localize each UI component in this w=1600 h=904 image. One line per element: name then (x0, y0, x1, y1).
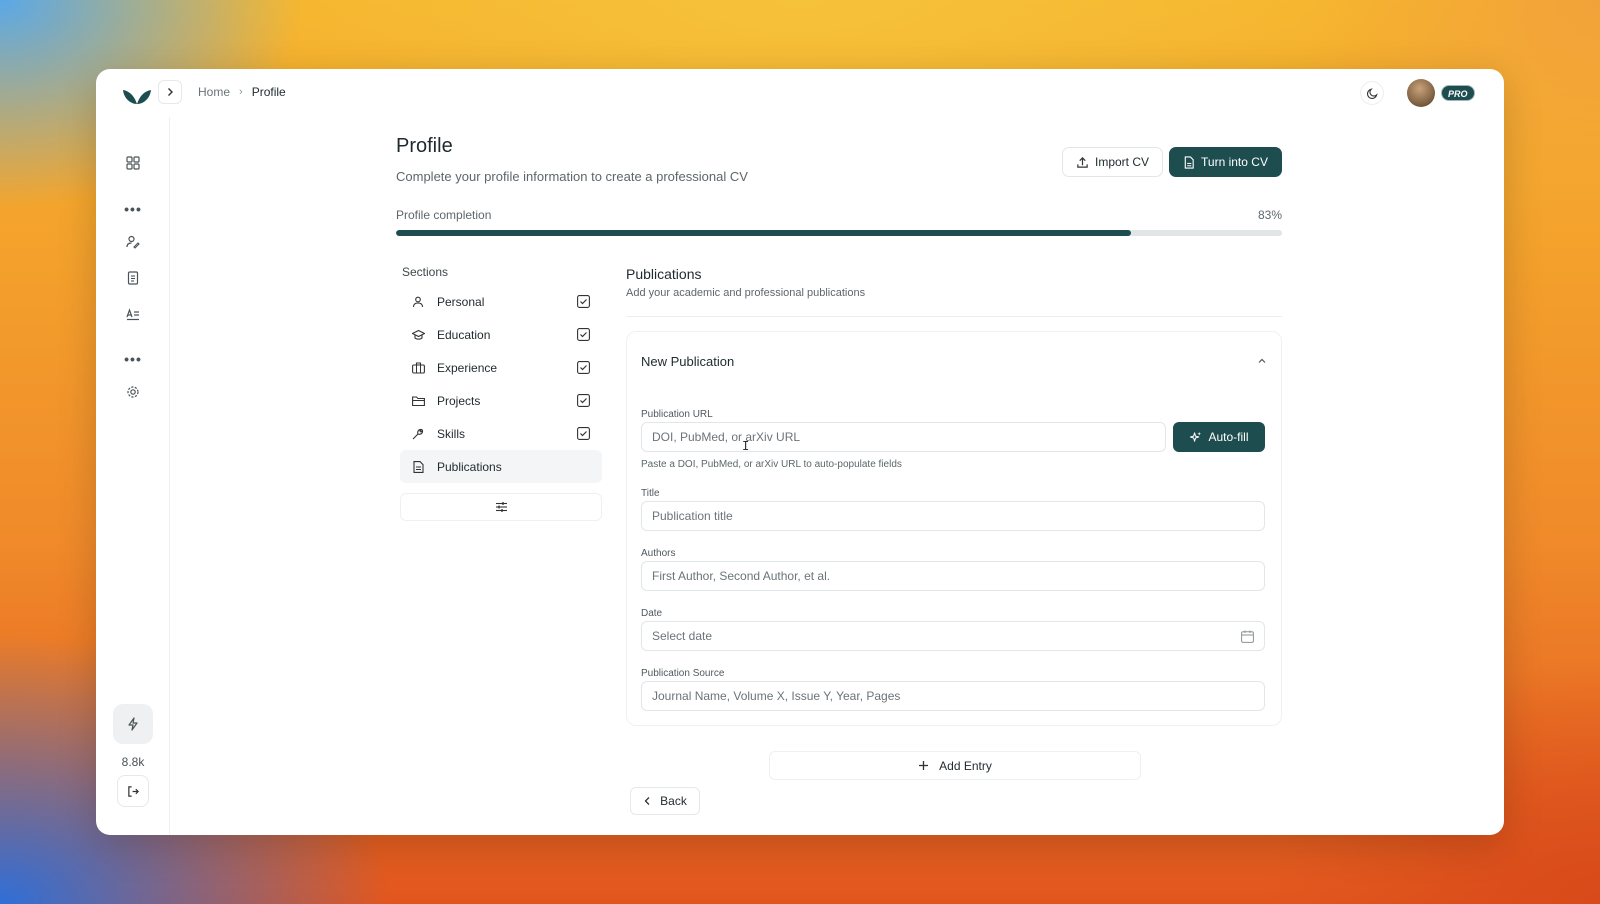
url-label: Publication URL (641, 409, 713, 420)
briefcase-icon (411, 361, 425, 375)
section-item-experience[interactable]: Experience (400, 351, 602, 384)
text-cursor-icon: I (742, 439, 750, 453)
user-avatar[interactable] (1407, 79, 1435, 107)
sections-title: Sections (402, 265, 449, 279)
publication-source-input[interactable]: Journal Name, Volume X, Issue Y, Year, P… (641, 681, 1265, 711)
breadcrumb-current: Profile (251, 85, 286, 99)
publication-url-input[interactable]: DOI, PubMed, or arXiv URL (641, 422, 1166, 452)
page-title: Profile (396, 135, 453, 157)
section-label: Personal (437, 294, 485, 309)
section-label: Education (437, 327, 491, 342)
more-icon[interactable]: ••• (123, 201, 143, 217)
chevron-right-icon (168, 88, 173, 96)
progress-value: 83% (1257, 208, 1282, 222)
date-picker[interactable]: Select date (641, 621, 1265, 651)
page-subtitle: Complete your profile information to cre… (396, 169, 748, 184)
folder-icon (411, 394, 425, 408)
new-publication-card: New Publication Publication URL DOI, Pub… (626, 331, 1282, 726)
moon-icon (1366, 87, 1378, 99)
more-icon[interactable]: ••• (123, 351, 143, 367)
leaf-logo-icon[interactable] (122, 87, 152, 105)
checkbox-checked-icon (577, 394, 590, 407)
back-button[interactable]: Back (630, 787, 700, 815)
title-label: Title (641, 488, 660, 499)
auto-fill-button[interactable]: Auto-fill (1173, 422, 1265, 452)
section-label: Experience (437, 360, 498, 375)
auto-fill-label: Auto-fill (1208, 430, 1249, 444)
back-label: Back (660, 794, 687, 808)
section-item-publications[interactable]: Publications (400, 450, 602, 483)
checkbox-checked-icon (577, 361, 590, 374)
user-icon (411, 295, 425, 309)
checkbox-checked-icon (577, 427, 590, 440)
card-title: New Publication (641, 354, 735, 369)
credits-count: 8.8k (121, 755, 145, 769)
plus-icon (919, 761, 929, 770)
publications-title: Publications (626, 266, 702, 282)
graduation-cap-icon (411, 328, 425, 342)
publication-title-input[interactable]: Publication title (641, 501, 1265, 531)
checkbox-checked-icon (577, 328, 590, 341)
dashboard-icon[interactable] (123, 153, 143, 173)
logout-button[interactable] (117, 775, 149, 807)
theme-toggle-button[interactable] (1360, 81, 1384, 105)
section-label: Skills (437, 426, 466, 441)
divider (626, 316, 1282, 317)
sparkles-icon (1190, 431, 1202, 442)
turn-into-cv-button[interactable]: Turn into CV (1169, 147, 1282, 177)
section-label: Projects (437, 393, 481, 408)
upload-icon (1077, 156, 1088, 168)
date-label: Date (641, 608, 663, 619)
section-label: Publications (437, 459, 502, 474)
profile-edit-icon[interactable] (123, 232, 143, 252)
source-label: Publication Source (641, 668, 725, 679)
chevron-up-icon[interactable] (1255, 354, 1269, 368)
section-item-skills[interactable]: Skills (400, 417, 602, 450)
turn-into-cv-label: Turn into CV (1201, 155, 1268, 169)
app-window: Home › Profile PRO ••• ••• 8.8k Profile … (96, 69, 1504, 835)
pro-badge: PRO (1441, 85, 1475, 101)
progress-label: Profile completion (396, 208, 492, 222)
document-icon (411, 460, 425, 474)
section-item-education[interactable]: Education (400, 318, 602, 351)
authors-input[interactable]: First Author, Second Author, et al. (641, 561, 1265, 591)
sliders-icon (495, 502, 507, 512)
date-placeholder: Select date (652, 629, 713, 643)
authors-label: Authors (641, 548, 676, 559)
text-format-icon[interactable] (123, 304, 143, 324)
breadcrumb: Home › Profile (198, 85, 286, 99)
publications-subtitle: Add your academic and professional publi… (626, 287, 866, 299)
add-entry-button[interactable]: Add Entry (769, 751, 1141, 780)
sections-list: Personal Education Experience Projects S… (400, 285, 602, 483)
chevron-left-icon (644, 797, 650, 805)
add-entry-label: Add Entry (939, 758, 992, 773)
checkbox-checked-icon (577, 295, 590, 308)
cv-document-icon[interactable] (123, 268, 143, 288)
breadcrumb-home-link[interactable]: Home (198, 85, 230, 99)
url-hint: Paste a DOI, PubMed, or arXiv URL to aut… (641, 459, 902, 470)
settings-gear-icon[interactable] (123, 382, 143, 402)
profile-progress-bar (396, 230, 1282, 236)
breadcrumb-chevron-icon: › (239, 86, 243, 98)
customize-sections-button[interactable] (400, 493, 602, 521)
wrench-icon (411, 427, 425, 441)
section-item-personal[interactable]: Personal (400, 285, 602, 318)
expand-sidebar-button[interactable] (158, 80, 182, 104)
calendar-icon[interactable] (1241, 630, 1254, 643)
credits-button[interactable] (113, 704, 153, 744)
progress-fill (396, 230, 1132, 236)
section-item-projects[interactable]: Projects (400, 384, 602, 417)
left-rail: ••• ••• 8.8k (96, 117, 170, 835)
document-icon (1184, 155, 1194, 169)
lightning-icon (128, 717, 138, 731)
import-cv-button[interactable]: Import CV (1062, 147, 1163, 177)
top-bar: Home › Profile PRO (96, 69, 1504, 117)
logout-icon (127, 785, 139, 797)
import-cv-label: Import CV (1094, 155, 1149, 169)
